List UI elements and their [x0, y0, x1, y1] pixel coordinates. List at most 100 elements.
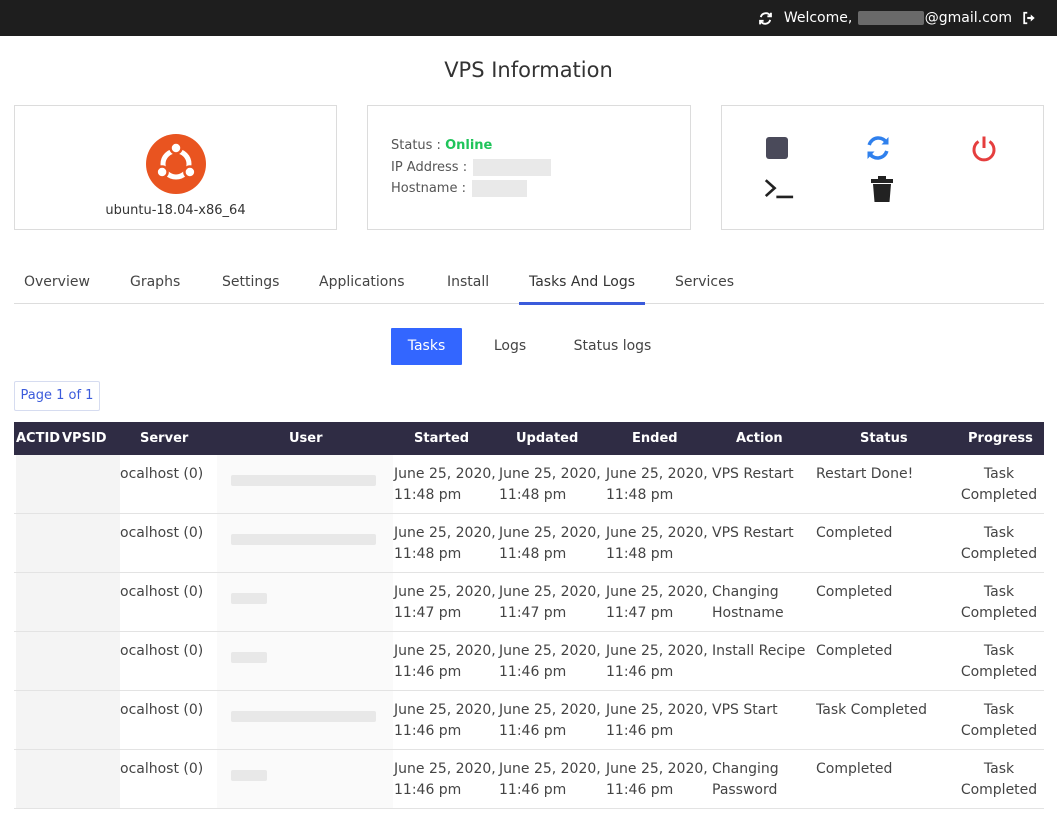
cell-updated-line: June 25, 2020,	[499, 761, 601, 777]
cell-server: ocalhost (0)	[120, 702, 204, 718]
delete-button[interactable]	[867, 174, 897, 204]
cell-server: ocalhost (0)	[120, 643, 204, 659]
cell-updated-line: June 25, 2020,	[499, 584, 601, 600]
redacted-user	[217, 691, 393, 749]
table-row[interactable]: ocalhost (0) June 25, 2020, 11:47 pm June 2…	[14, 573, 1044, 632]
hostname-line: Hostname :	[391, 180, 528, 197]
cell-server: ocalhost (0)	[120, 525, 204, 541]
cell-action-line: VPS Start	[712, 702, 778, 718]
table-row[interactable]: ocalhost (0) June 25, 2020, 11:48 pm June 2…	[14, 514, 1044, 573]
stop-button[interactable]	[762, 133, 792, 163]
tab-settings[interactable]: Settings	[222, 264, 279, 304]
cell-updated-line: June 25, 2020,	[499, 643, 601, 659]
redacted-user	[217, 632, 393, 690]
page-indicator[interactable]: Page 1 of 1	[14, 381, 100, 411]
power-button[interactable]	[969, 133, 999, 163]
cell-ended: June 25, 2020, 11:46 pm	[606, 641, 710, 683]
cell-progress-line: Task	[983, 584, 1015, 600]
cell-updated-line: June 25, 2020,	[499, 466, 601, 482]
subtab-tasks[interactable]: Tasks	[391, 328, 462, 365]
vps-actions-card	[721, 105, 1044, 230]
cell-updated: June 25, 2020, 11:47 pm	[499, 582, 603, 624]
cell-action-line: VPS Restart	[712, 525, 794, 541]
cell-action-line: Install Recipe	[712, 643, 806, 659]
cell-started-line: 11:48 pm	[394, 546, 462, 562]
cell-updated: June 25, 2020, 11:48 pm	[499, 464, 603, 506]
cell-updated: June 25, 2020, 11:46 pm	[499, 700, 603, 742]
cell-started-line: 11:48 pm	[394, 487, 462, 503]
cell-updated-line: June 25, 2020,	[499, 702, 601, 718]
cell-started: June 25, 2020, 11:46 pm	[394, 759, 498, 801]
table-row[interactable]: ocalhost (0) June 25, 2020, 11:48 pm June 2…	[14, 455, 1044, 514]
trash-icon	[871, 176, 893, 202]
cell-progress: Task Completed	[959, 582, 1039, 624]
console-icon	[764, 179, 794, 199]
cell-status: Restart Done!	[816, 466, 914, 482]
header-status: Status	[860, 431, 908, 446]
cell-action: VPS Restart	[712, 464, 812, 485]
cell-updated-line: 11:46 pm	[499, 664, 567, 680]
cell-started-line: June 25, 2020,	[394, 702, 496, 718]
cell-ended-line: 11:46 pm	[606, 664, 674, 680]
cell-updated: June 25, 2020, 11:46 pm	[499, 641, 603, 683]
table-row[interactable]: ocalhost (0) June 25, 2020, 11:46 pm June 2…	[14, 750, 1044, 809]
cell-started-line: 11:47 pm	[394, 605, 462, 621]
header-server: Server	[140, 431, 189, 446]
cell-progress-line: Completed	[960, 546, 1038, 562]
os-card: ubuntu-18.04-x86_64	[14, 105, 337, 230]
cell-action: Changing Password	[712, 759, 812, 801]
cell-progress: Task Completed	[959, 464, 1039, 506]
email-domain: @gmail.com	[924, 10, 1012, 26]
subtab-logs[interactable]: Logs	[480, 328, 540, 365]
tab-install[interactable]: Install	[447, 264, 489, 304]
tab-services[interactable]: Services	[675, 264, 734, 304]
cell-ended-line: June 25, 2020,	[606, 466, 708, 482]
table-row[interactable]: ocalhost (0) June 25, 2020, 11:46 pm June 2…	[14, 632, 1044, 691]
cell-updated-line: 11:46 pm	[499, 723, 567, 739]
cell-ended: June 25, 2020, 11:46 pm	[606, 700, 710, 742]
cell-progress: Task Completed	[959, 700, 1039, 742]
cell-progress-line: Completed	[960, 664, 1038, 680]
power-icon	[972, 136, 996, 162]
cell-updated: June 25, 2020, 11:48 pm	[499, 523, 603, 565]
redacted-ids	[16, 455, 120, 513]
header-ended: Ended	[632, 431, 678, 446]
cell-ended-line: June 25, 2020,	[606, 584, 708, 600]
cell-action: Changing Hostname	[712, 582, 812, 624]
status-value: Online	[445, 138, 493, 153]
cell-updated-line: June 25, 2020,	[499, 525, 601, 541]
subtab-status-logs[interactable]: Status logs	[560, 328, 665, 365]
cell-updated-line: 11:48 pm	[499, 487, 567, 503]
cell-started: June 25, 2020, 11:46 pm	[394, 700, 498, 742]
console-button[interactable]	[764, 174, 794, 204]
cell-ended-line: 11:46 pm	[606, 782, 674, 798]
main-tabs: Overview Graphs Settings Applications In…	[14, 264, 1044, 305]
cell-progress-line: Task	[983, 761, 1015, 777]
cell-action: Install Recipe	[712, 641, 812, 662]
cell-started-line: 11:46 pm	[394, 723, 462, 739]
cell-ended: June 25, 2020, 11:48 pm	[606, 464, 710, 506]
status-line: Status : Online	[391, 138, 492, 153]
cell-action-line: Hostname	[712, 605, 784, 621]
cell-ended-line: 11:48 pm	[606, 487, 674, 503]
stop-icon	[766, 137, 788, 159]
table-row[interactable]: ocalhost (0) June 25, 2020, 11:46 pm June 2…	[14, 691, 1044, 750]
restart-button[interactable]	[863, 133, 893, 163]
cell-ended-line: 11:48 pm	[606, 546, 674, 562]
refresh-icon[interactable]	[758, 10, 774, 26]
logout-icon[interactable]	[1021, 10, 1037, 26]
welcome-text: Welcome, @gmail.com	[784, 10, 1012, 26]
cell-updated-line: 11:47 pm	[499, 605, 567, 621]
tab-tasks-and-logs[interactable]: Tasks And Logs	[519, 264, 645, 305]
status-label: Status :	[391, 138, 446, 153]
cell-started: June 25, 2020, 11:48 pm	[394, 523, 498, 565]
tab-applications[interactable]: Applications	[319, 264, 405, 304]
cell-started: June 25, 2020, 11:47 pm	[394, 582, 498, 624]
redacted-ids	[16, 691, 120, 749]
redacted-user	[217, 750, 393, 808]
welcome-prefix: Welcome,	[783, 10, 857, 26]
tab-graphs[interactable]: Graphs	[130, 264, 180, 304]
tab-overview[interactable]: Overview	[24, 264, 90, 304]
user-area: Welcome, @gmail.com	[758, 0, 1037, 36]
cell-server: ocalhost (0)	[120, 761, 204, 777]
